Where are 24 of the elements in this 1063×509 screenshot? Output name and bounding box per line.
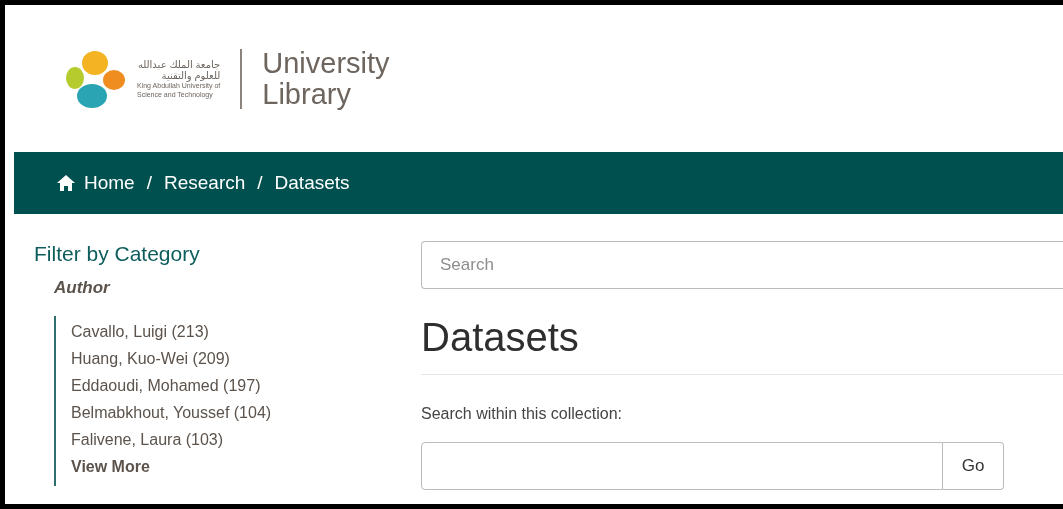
- facet-link[interactable]: Cavallo, Luigi (213): [71, 318, 421, 345]
- library-title: University: [262, 47, 390, 79]
- breadcrumb-link[interactable]: Research: [163, 172, 246, 194]
- filter-title: Filter by Category: [34, 242, 201, 266]
- facet-link[interactable]: Belmabkhout, Youssef (104): [71, 399, 421, 426]
- page-heading: Datasets: [421, 315, 580, 360]
- breadcrumb-link[interactable]: Home: [56, 172, 135, 194]
- logo-arabic-text: للعلوم والتقنية: [161, 69, 221, 81]
- breadcrumb-separator: /: [257, 172, 263, 194]
- logo-arabic-text: جامعة الملك عبدالله: [137, 58, 221, 70]
- logo-drawing: [65, 48, 127, 109]
- search-field[interactable]: Search: [421, 241, 1063, 289]
- home-icon: [56, 174, 76, 192]
- facet-link[interactable]: Falivene, Laura (103): [71, 426, 421, 453]
- breadcrumb-separator: /: [146, 172, 152, 194]
- collection-search-field[interactable]: [421, 442, 943, 490]
- library-title: Library: [262, 78, 351, 110]
- field-label: Search within this collection:: [421, 405, 622, 423]
- go-button[interactable]: Go: [943, 442, 1004, 490]
- facet-link[interactable]: Huang, Kuo-Wei (209): [71, 345, 421, 372]
- facet-link[interactable]: Eddaoudi, Mohamed (197): [71, 372, 421, 399]
- view-more-link[interactable]: View More: [71, 453, 421, 480]
- breadcrumb-link[interactable]: Datasets: [274, 172, 350, 194]
- facet-heading: Author: [54, 278, 112, 298]
